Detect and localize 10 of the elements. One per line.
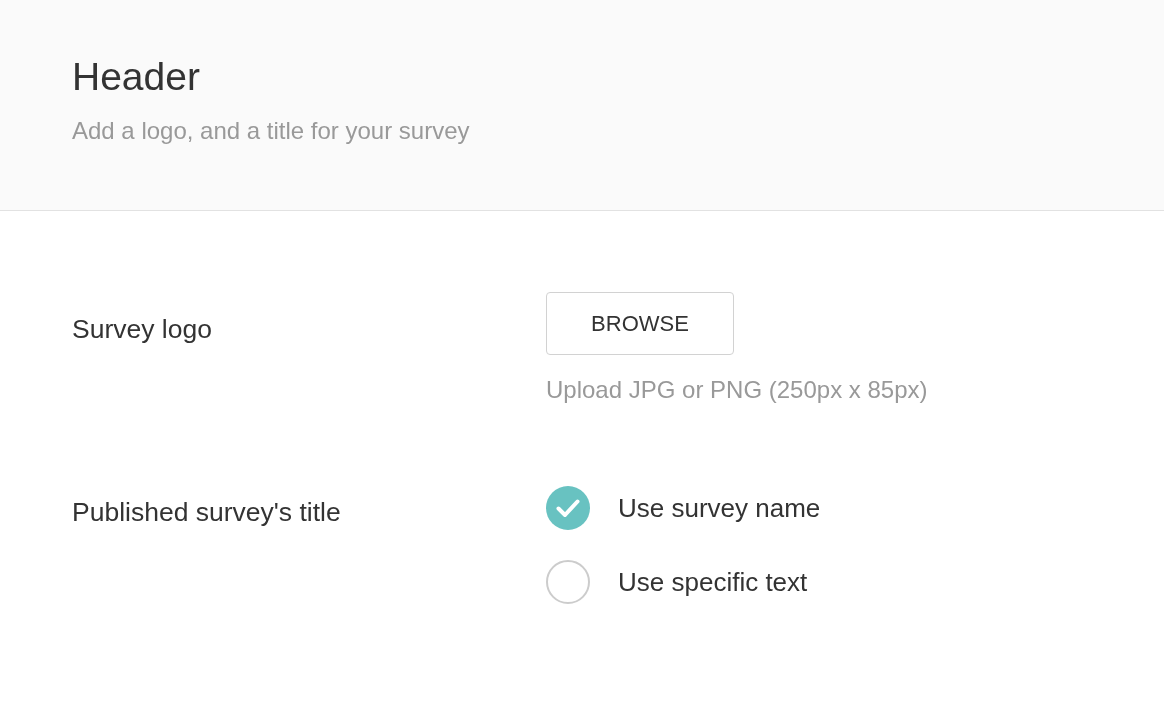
browse-button[interactable]: BROWSE [546, 292, 734, 355]
upload-hint: Upload JPG or PNG (250px x 85px) [546, 375, 928, 405]
radio-checked-icon[interactable] [546, 486, 590, 530]
radio-label[interactable]: Use survey name [618, 490, 821, 526]
section-title: Header [72, 54, 200, 100]
radio-label[interactable]: Use specific text [618, 564, 808, 600]
field-label: Published survey's title [72, 496, 341, 529]
field-label: Survey logo [72, 313, 212, 346]
section-subtitle: Add a logo, and a title for your survey [72, 116, 470, 146]
radio-unchecked-icon[interactable] [546, 560, 590, 604]
